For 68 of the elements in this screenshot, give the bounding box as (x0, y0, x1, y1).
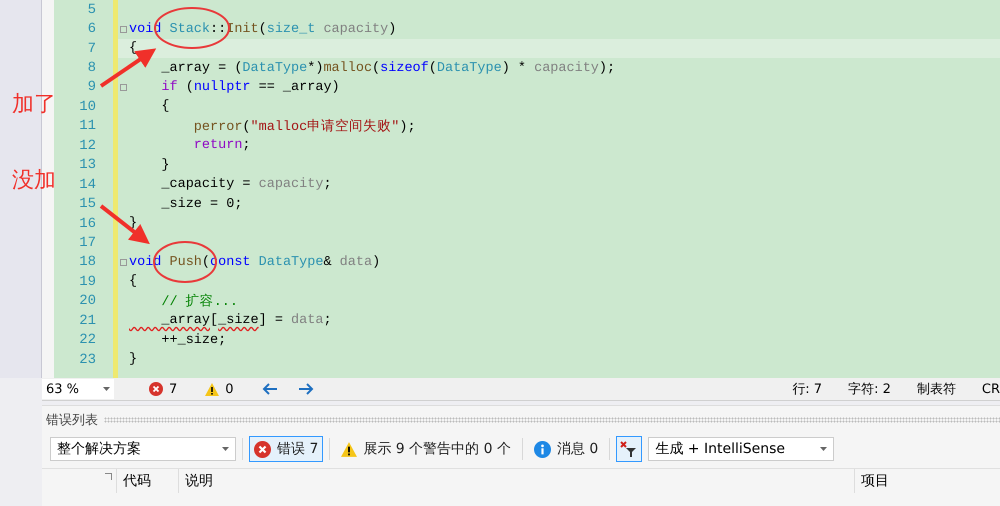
line-number: 16 (79, 216, 96, 232)
warning-icon (205, 382, 220, 396)
code-line: _size = 0; (160, 196, 242, 212)
line-number: 9 (88, 79, 96, 96)
messages-filter-button[interactable]: 消息 0 (528, 436, 604, 462)
scope-dropdown[interactable]: 整个解决方案 (50, 437, 236, 461)
code-line: _array[_size] = data; (160, 313, 332, 328)
code-line: { (128, 274, 138, 290)
source-dropdown[interactable]: 生成 + IntelliSense (648, 437, 834, 461)
filter-clear-icon (620, 441, 638, 457)
line-number: 14 (79, 176, 96, 193)
caret-icon (222, 447, 229, 451)
errors-filter-button[interactable]: 错误 7 (249, 436, 324, 462)
line-number: 5 (88, 2, 96, 18)
code-line: { (160, 99, 170, 114)
line-number: 20 (79, 293, 96, 310)
panel-title: 错误列表 (46, 412, 98, 429)
caret-icon (103, 387, 110, 391)
code-line: ++_size; (160, 332, 226, 348)
column-header[interactable]: 说明 (179, 469, 855, 493)
code-line: return; (192, 138, 251, 154)
warnings-filter-button[interactable]: 展示 9 个警告中的 0 个 (336, 436, 516, 462)
annotation-arrow (100, 204, 150, 244)
line-number: 6 (88, 21, 96, 38)
column-header[interactable]: 代码 (117, 469, 179, 493)
line-number: 10 (79, 98, 96, 115)
collapse-icon[interactable] (120, 258, 126, 266)
line-ending-indicator: CR (982, 382, 1000, 396)
code-line: { (128, 41, 138, 56)
error-count[interactable]: 7 (169, 382, 178, 396)
collapse-icon[interactable] (120, 26, 126, 33)
line-number: 23 (79, 352, 96, 368)
code-line: _array = (DataType*)malloc(sizeof(DataType) * capacity); (160, 60, 616, 76)
column-header[interactable]: 项目 (855, 469, 1000, 493)
indent-indicator: 制表符 (916, 381, 956, 398)
line-indicator: 行: 7 (792, 381, 822, 398)
sort-icon (105, 473, 112, 480)
line-number: 13 (79, 157, 96, 174)
collapse-icon[interactable] (120, 84, 126, 91)
line-number: 8 (88, 60, 96, 76)
code-line: perror("malloc申请空间失败"); (192, 118, 416, 136)
clear-filter-button[interactable] (616, 436, 642, 462)
warning-icon (341, 442, 358, 456)
line-number: 7 (88, 40, 96, 57)
code-line: if (nullptr == _array) (160, 80, 340, 95)
code-line: } (128, 352, 138, 368)
zoom-dropdown[interactable]: 63 % (42, 379, 114, 399)
code-line: _capacity = capacity; (160, 177, 332, 192)
char-indicator: 字符: 2 (848, 381, 891, 398)
line-number: 19 (79, 274, 96, 290)
back-arrow-icon[interactable] (262, 383, 278, 395)
caret-icon (820, 447, 828, 451)
line-number: 21 (79, 312, 96, 329)
forward-arrow-icon[interactable] (298, 383, 314, 395)
code-line: // 扩容... (160, 292, 238, 310)
line-number: 18 (79, 254, 96, 270)
info-icon (534, 440, 551, 458)
code-line: } (160, 158, 170, 173)
line-number: 12 (79, 138, 96, 154)
annotation-label: 加了 (12, 94, 56, 116)
error-icon (149, 382, 163, 396)
line-number: 22 (79, 332, 96, 348)
line-number: 17 (79, 234, 96, 251)
line-number: 11 (79, 118, 96, 134)
line-number: 15 (79, 196, 96, 212)
annotation-label: 没加 (12, 170, 56, 192)
warning-count[interactable]: 0 (225, 382, 234, 396)
error-icon (254, 440, 271, 458)
